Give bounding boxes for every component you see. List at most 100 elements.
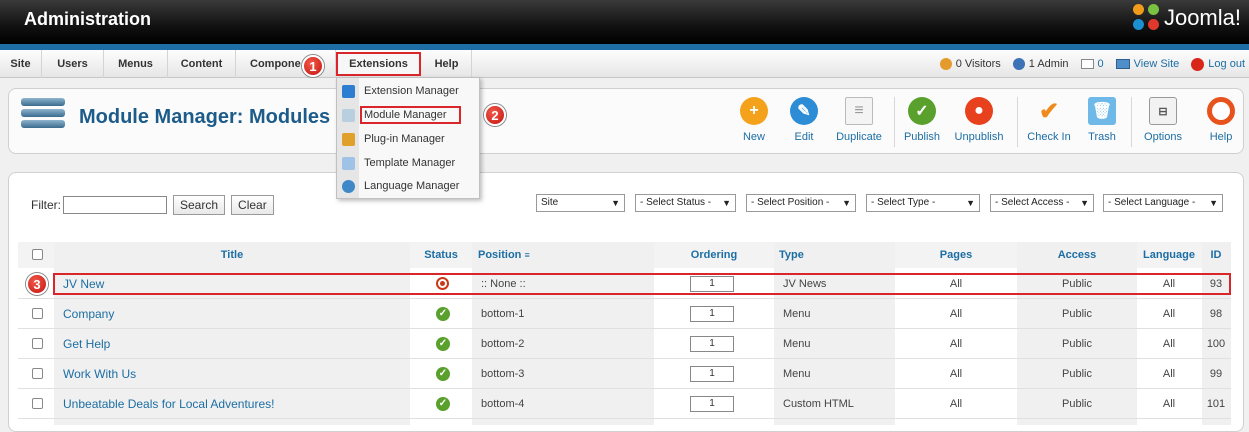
menu-help[interactable]: Help [422,50,472,78]
published-check-icon[interactable]: ✓ [436,307,450,321]
dropdown-template-manager[interactable]: Template Manager [337,152,479,174]
trash-icon: 🗑 [1088,97,1116,125]
row-checkbox[interactable] [32,398,43,409]
joomla-logo-icon [1132,4,1161,32]
language-cell: All [1162,368,1176,380]
module-title-link[interactable]: Work With Us [63,359,403,389]
access-cell: Public [1062,398,1092,410]
access-select[interactable]: - Select Access - ▼ [990,194,1094,212]
chevron-down-icon: ▼ [1080,198,1089,208]
options-button[interactable]: ⊟ Options [1133,97,1193,143]
menu-menus[interactable]: Menus [104,50,168,78]
globe-icon [342,180,355,193]
messages-status[interactable]: 0 [1080,58,1104,70]
dropdown-plugin-manager[interactable]: Plug-in Manager [337,128,479,150]
monitor-icon [1115,59,1130,69]
position-cell: bottom-4 [481,398,525,410]
row-highlight-box [53,273,1231,295]
ordering-input[interactable]: 1 [690,366,734,382]
info-icon [342,85,355,98]
dropdown-extension-manager[interactable]: Extension Manager [337,80,479,102]
logout-icon [1191,57,1205,71]
position-cell: bottom-2 [481,338,525,350]
checkmark-icon: ✓ [908,97,936,125]
step-badge-3: 3 [26,273,48,295]
template-icon [342,157,355,170]
access-cell: Public [1062,308,1092,320]
id-cell: 98 [1209,308,1223,320]
trash-button[interactable]: 🗑 Trash [1072,97,1132,143]
options-icon: ⊟ [1149,97,1177,125]
unpublish-button[interactable]: ● Unpublish [949,97,1009,143]
column-header-type[interactable]: Type [779,242,839,268]
joomla-logo-text: Joomla! [1163,5,1241,30]
row-checkbox[interactable] [32,368,43,379]
access-cell: Public [1062,338,1092,350]
type-cell: Custom HTML [783,398,854,410]
column-header-ordering[interactable]: Ordering [656,242,772,268]
position-select[interactable]: - Select Position - ▼ [746,194,856,212]
published-check-icon[interactable]: ✓ [436,367,450,381]
chevron-down-icon: ▼ [722,198,731,208]
column-header-id[interactable]: ID [1202,242,1230,268]
publish-button[interactable]: ✓ Publish [892,97,952,143]
chevron-down-icon: ▼ [611,198,620,208]
module-title-link[interactable]: Unbeatable Deals for Local Adventures! [63,389,403,419]
module-title-link[interactable]: Get Help [63,329,403,359]
admin-user-icon [1012,58,1025,70]
filter-search-input[interactable] [63,196,167,214]
ordering-input[interactable]: 1 [690,306,734,322]
published-check-icon[interactable]: ✓ [436,397,450,411]
column-header-pages[interactable]: Pages [897,242,1015,268]
toolbar-separator [1017,97,1018,147]
type-cell: Menu [783,368,811,380]
row-checkbox[interactable] [32,308,43,319]
client-select[interactable]: Site ▼ [536,194,625,212]
column-header-title[interactable]: Title [54,242,410,268]
mail-icon [1080,59,1094,69]
language-cell: All [1162,338,1176,350]
joomla-logo: Joomla! [1132,4,1241,32]
pages-cell: All [949,368,963,380]
chevron-down-icon: ▼ [842,198,851,208]
menu-site[interactable]: Site [0,50,42,78]
status-bar: 0 Visitors 1 Admin 0 View Site Log out [939,50,1245,78]
admin-title: Administration [24,9,152,29]
duplicate-button[interactable]: ≡ Duplicate [829,97,889,143]
position-cell: bottom-1 [481,308,525,320]
module-manager-icon [21,98,65,138]
check-in-button[interactable]: ✔ Check In [1019,97,1079,144]
visitors-status: 0 Visitors [939,58,1001,70]
id-cell: 99 [1209,368,1223,380]
help-button[interactable]: Help [1191,97,1249,143]
menu-extensions[interactable]: Extensions [336,52,421,76]
unpublish-icon: ● [965,97,993,125]
duplicate-icon: ≡ [845,97,873,125]
language-cell: All [1162,308,1176,320]
column-header-status[interactable]: Status [412,242,470,268]
ordering-input[interactable]: 1 [690,336,734,352]
column-header-position[interactable]: Position ≡ [478,242,538,268]
step-badge-2: 2 [484,104,506,126]
logout-link[interactable]: Log out [1191,57,1245,71]
module-title-link[interactable]: Company [63,299,403,329]
dropdown-language-manager[interactable]: Language Manager [337,175,479,197]
edit-button[interactable]: ✎ Edit [774,97,834,143]
view-site-link[interactable]: View Site [1115,58,1179,70]
search-button[interactable]: Search [173,195,226,215]
language-select[interactable]: - Select Language - ▼ [1103,194,1223,212]
select-all-checkbox[interactable] [32,249,43,260]
row-checkbox[interactable] [32,338,43,349]
column-header-language[interactable]: Language [1138,242,1200,268]
dropdown-module-manager[interactable]: Module Manager [337,104,479,126]
access-cell: Public [1062,368,1092,380]
published-check-icon[interactable]: ✓ [436,337,450,351]
type-select[interactable]: - Select Type - ▼ [866,194,980,212]
column-header-access[interactable]: Access [1018,242,1136,268]
status-select[interactable]: - Select Status - ▼ [635,194,736,212]
menu-users[interactable]: Users [42,50,104,78]
menu-content[interactable]: Content [168,50,236,78]
pages-cell: All [949,338,963,350]
clear-button[interactable]: Clear [231,195,274,215]
ordering-input[interactable]: 1 [690,396,734,412]
